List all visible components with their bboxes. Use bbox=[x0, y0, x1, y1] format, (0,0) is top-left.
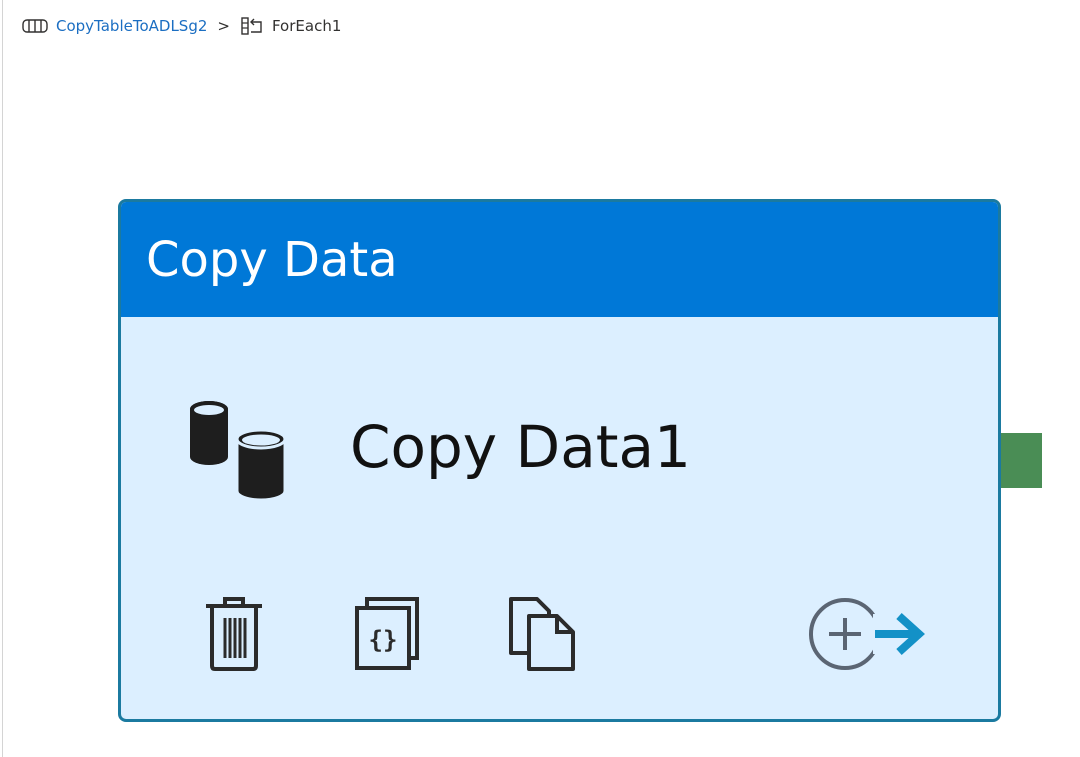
foreach-icon bbox=[240, 16, 264, 36]
activity-name[interactable]: Copy Data1 bbox=[350, 413, 691, 481]
trash-icon[interactable] bbox=[203, 596, 265, 676]
pipeline-icon bbox=[22, 18, 48, 34]
activity-body: Copy Data1 {} bbox=[121, 317, 998, 719]
breadcrumb-current[interactable]: ForEach1 bbox=[272, 17, 341, 35]
add-output-icon[interactable] bbox=[807, 596, 927, 676]
success-output-handle[interactable] bbox=[1001, 433, 1042, 488]
activity-header: Copy Data bbox=[121, 202, 998, 317]
breadcrumb-separator: > bbox=[217, 17, 230, 35]
canvas-border bbox=[2, 0, 3, 757]
breadcrumb: CopyTableToADLSg2 > ForEach1 bbox=[22, 14, 341, 38]
clone-icon[interactable] bbox=[507, 596, 577, 676]
breadcrumb-pipeline-link[interactable]: CopyTableToADLSg2 bbox=[56, 17, 207, 35]
activity-type-label: Copy Data bbox=[146, 231, 398, 288]
pipeline-canvas[interactable]: CopyTableToADLSg2 > ForEach1 Copy Data C… bbox=[0, 0, 1080, 757]
copy-data-activity[interactable]: Copy Data Copy Data1 {} bbox=[118, 199, 1001, 722]
database-copy-icon bbox=[185, 399, 289, 503]
code-icon[interactable]: {} bbox=[353, 596, 423, 676]
svg-text:{}: {} bbox=[369, 626, 398, 654]
